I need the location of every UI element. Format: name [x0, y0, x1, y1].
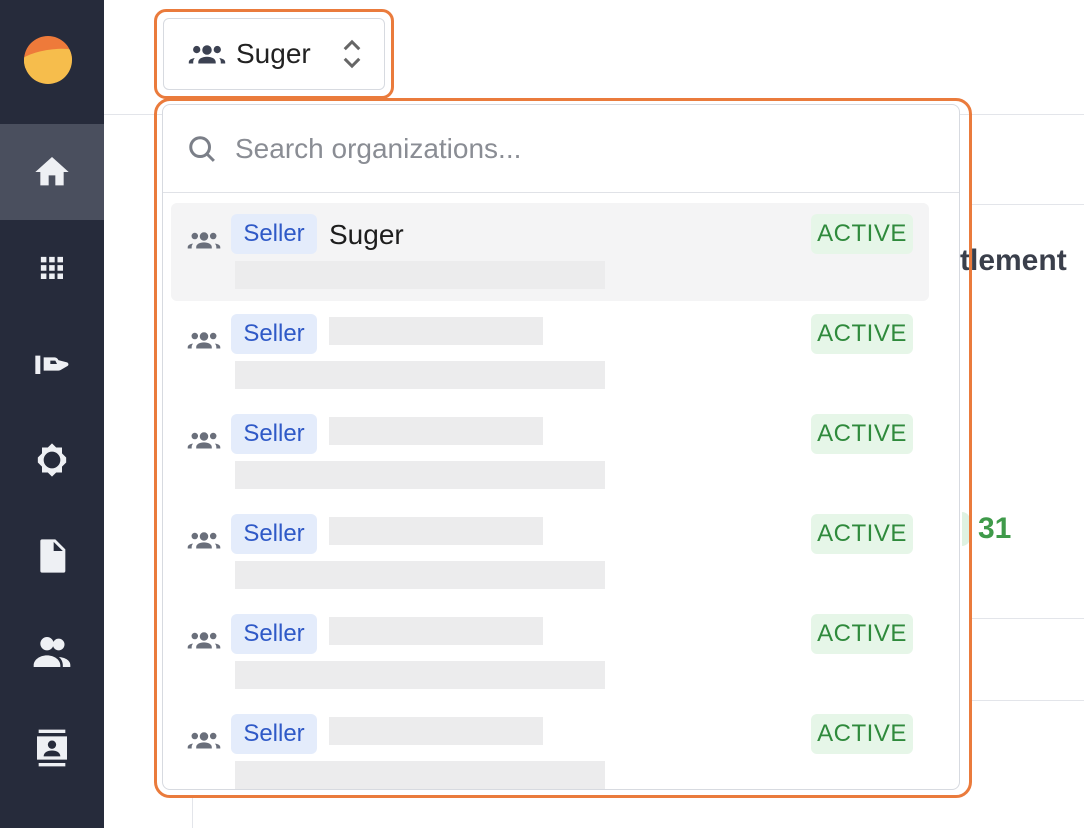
sidebar-item-home[interactable]	[0, 124, 104, 220]
card-heading-fragment: tlement	[960, 244, 1067, 277]
org-list-item[interactable]: Seller ACTIVE	[171, 503, 929, 601]
count-fragment: 31	[978, 512, 1012, 545]
org-type-badge: Seller	[231, 614, 317, 654]
app-logo[interactable]	[24, 36, 72, 84]
organization-icon	[187, 332, 221, 349]
redacted-org-details	[235, 261, 605, 289]
redacted-org-details	[235, 761, 605, 789]
org-type-badge: Seller	[231, 514, 317, 554]
status-badge: ACTIVE	[811, 714, 913, 754]
org-list-item[interactable]: Seller ACTIVE	[171, 703, 929, 789]
card-divider-2	[972, 618, 1084, 619]
hand-offer-icon	[35, 355, 69, 374]
redacted-org-name	[329, 517, 543, 545]
org-name: Suger	[329, 219, 404, 250]
sidebar-item-users[interactable]	[0, 604, 104, 700]
home-icon	[35, 157, 69, 186]
redacted-org-details	[235, 461, 605, 489]
status-badge: ACTIVE	[811, 214, 913, 254]
org-dropdown: Seller Suger ACTIVE Seller ACTIVE Seller…	[162, 104, 960, 790]
org-type-badge: Seller	[231, 714, 317, 754]
org-type-badge: Seller	[231, 214, 317, 254]
organization-icon	[188, 45, 226, 64]
organization-icon	[187, 732, 221, 749]
chevron-up-down-icon	[343, 39, 361, 69]
org-selector-highlight: Suger	[154, 9, 394, 99]
sidebar-item-offers[interactable]	[0, 316, 104, 412]
redacted-org-name	[329, 617, 543, 645]
organization-icon	[187, 632, 221, 649]
org-type-badge: Seller	[231, 314, 317, 354]
sidebar-item-contacts[interactable]	[0, 700, 104, 796]
search-bar	[163, 105, 959, 193]
redacted-org-details	[235, 661, 605, 689]
contacts-icon	[37, 729, 67, 767]
apps-grid-icon	[40, 256, 63, 279]
status-badge: ACTIVE	[811, 614, 913, 654]
org-list-item[interactable]: Seller ACTIVE	[171, 403, 929, 501]
redacted-org-name	[329, 417, 543, 445]
status-badge: ACTIVE	[811, 314, 913, 354]
sidebar-item-documents[interactable]	[0, 508, 104, 604]
card-divider	[972, 204, 1084, 205]
status-badge: ACTIVE	[811, 414, 913, 454]
organization-icon	[187, 532, 221, 549]
organization-icon	[187, 232, 221, 249]
org-list-item[interactable]: Seller ACTIVE	[171, 303, 929, 401]
settings-cog-icon	[37, 443, 67, 477]
search-input[interactable]	[235, 132, 915, 165]
selected-org-name: Suger	[236, 38, 311, 69]
org-list-item[interactable]: Seller Suger ACTIVE	[171, 203, 929, 301]
card-divider-3	[972, 700, 1084, 701]
content-border	[192, 798, 193, 828]
search-icon	[189, 135, 215, 162]
redacted-org-details	[235, 561, 605, 589]
sidebar	[0, 0, 104, 828]
org-list-item[interactable]: Seller ACTIVE	[171, 603, 929, 701]
sidebar-item-settings[interactable]	[0, 412, 104, 508]
org-type-badge: Seller	[231, 414, 317, 454]
org-selector-button[interactable]: Suger	[163, 18, 385, 90]
redacted-org-details	[235, 361, 605, 389]
document-icon	[40, 539, 66, 573]
redacted-org-name	[329, 717, 543, 745]
redacted-org-name	[329, 317, 543, 345]
sidebar-item-apps[interactable]	[0, 220, 104, 316]
status-badge: ACTIVE	[811, 514, 913, 554]
organization-icon	[187, 432, 221, 449]
users-icon	[33, 637, 71, 667]
